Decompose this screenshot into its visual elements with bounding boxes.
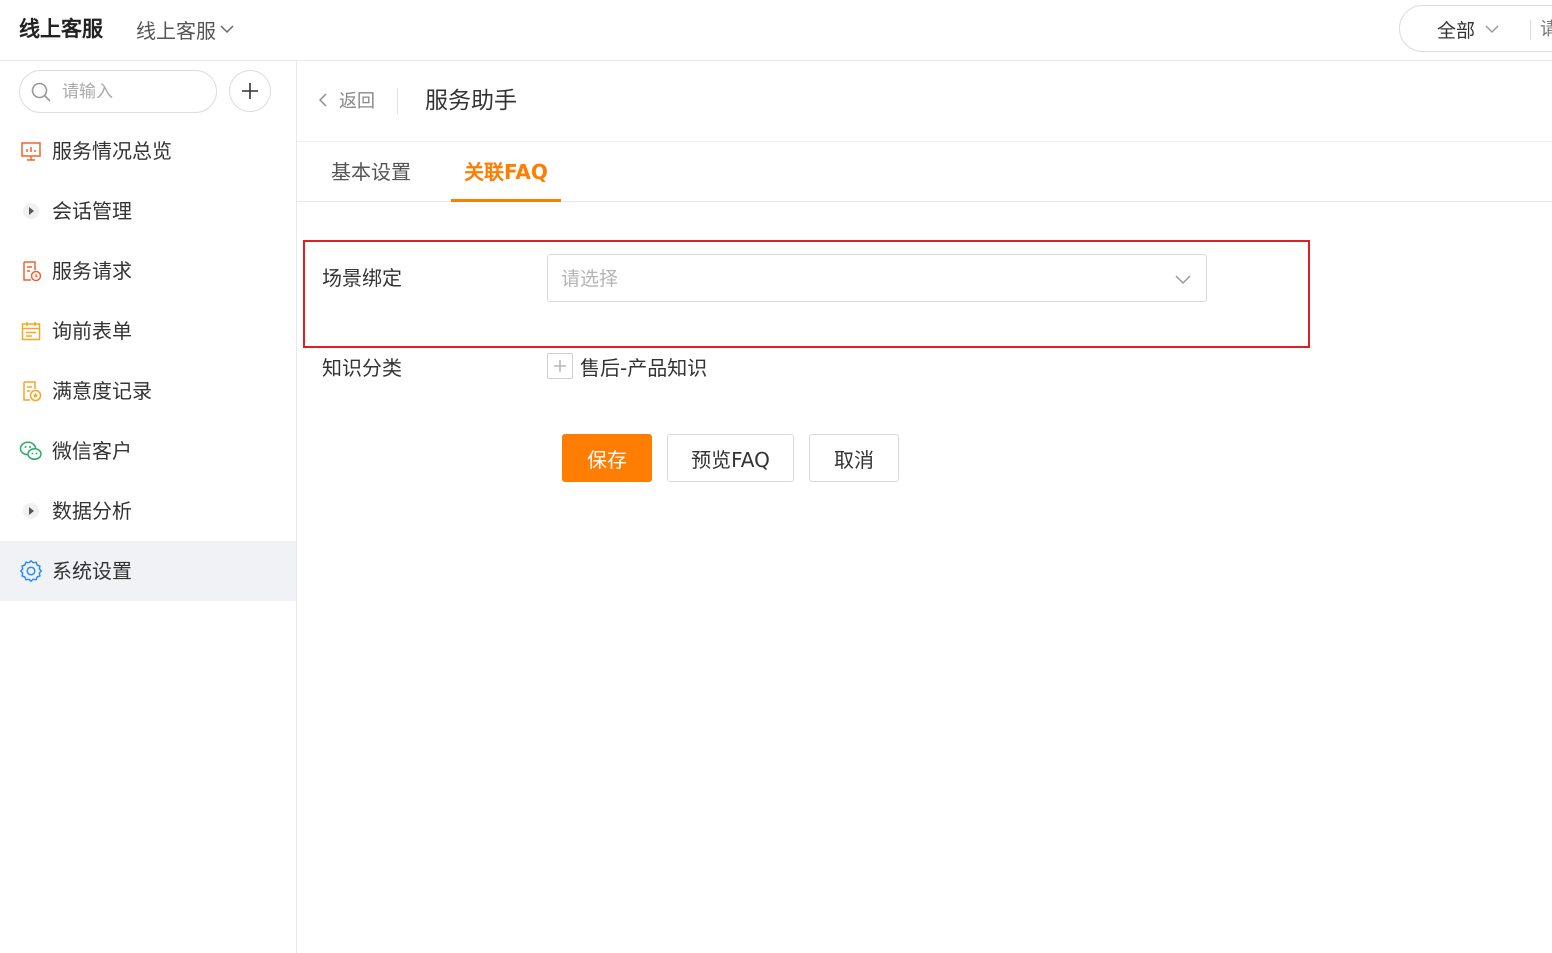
- page-header: 返回 服务助手: [297, 61, 1552, 142]
- scene-binding-label: 场景绑定: [322, 266, 402, 290]
- sidebar-item-data-analysis[interactable]: 数据分析: [0, 481, 296, 541]
- app-switch-dropdown[interactable]: 线上客服: [136, 14, 236, 44]
- scene-binding-select[interactable]: 请选择: [547, 254, 1207, 302]
- satisfaction-record-icon: [19, 379, 43, 403]
- brand-title: 线上客服: [19, 17, 103, 41]
- wechat-icon: [19, 439, 43, 463]
- sidebar-item-service-overview[interactable]: 服务情况总览: [0, 121, 296, 181]
- cancel-button[interactable]: 取消: [809, 434, 899, 482]
- service-request-icon: [19, 259, 43, 283]
- sidebar: 服务情况总览 会话管理: [0, 61, 297, 953]
- sidebar-item-session-management[interactable]: 会话管理: [0, 181, 296, 241]
- dashboard-chart-icon: [19, 139, 43, 163]
- sidebar-item-service-request[interactable]: 服务请求: [0, 241, 296, 301]
- category-node-label: 售后-产品知识: [580, 355, 708, 380]
- sidebar-item-satisfaction-records[interactable]: 满意度记录: [0, 361, 296, 421]
- tab-basic-settings[interactable]: 基本设置: [331, 156, 411, 202]
- chevron-down-icon: [1485, 25, 1499, 34]
- sidebar-search-input[interactable]: [62, 79, 210, 105]
- sidebar-item-system-settings[interactable]: 系统设置: [0, 541, 296, 601]
- add-button[interactable]: [229, 70, 271, 112]
- main-content: 返回 服务助手 基本设置 关联FAQ 场景绑定 请选择 知识分类 售后-产品知识…: [297, 61, 1552, 953]
- sidebar-item-pre-chat-form[interactable]: 询前表单: [0, 301, 296, 361]
- scope-label: 全部: [1437, 19, 1476, 42]
- save-button[interactable]: 保存: [562, 434, 652, 482]
- scene-binding-placeholder: 请选择: [561, 268, 619, 290]
- chevron-down-icon: [220, 25, 234, 34]
- app-root: 线上客服 线上客服 全部 请 请输入 服务情况总览 会话管理 服务请求 询前表单…: [0, 0, 1552, 953]
- scope-search-input[interactable]: [1540, 15, 1552, 43]
- sidebar-item-label: 满意度记录: [52, 379, 152, 403]
- caret-right-icon: [19, 199, 43, 223]
- plus-icon: [242, 83, 258, 99]
- tab-linked-faq[interactable]: 关联FAQ: [451, 156, 561, 202]
- knowledge-category-label: 知识分类: [322, 356, 402, 380]
- sidebar-item-label: 询前表单: [52, 319, 132, 343]
- calendar-form-icon: [19, 319, 43, 343]
- sidebar-item-label: 服务情况总览: [52, 139, 172, 163]
- expand-node-button[interactable]: [547, 353, 573, 379]
- top-bar: 线上客服 线上客服 全部: [0, 0, 1552, 61]
- sidebar-item-label: 服务请求: [52, 259, 132, 283]
- preview-faq-button[interactable]: 预览FAQ: [667, 434, 794, 482]
- page-title: 服务助手: [425, 88, 517, 114]
- scope-search-box: 全部: [1399, 5, 1552, 52]
- faq-form: 场景绑定 请选择 知识分类 售后-产品知识 保存 预览FAQ 取消: [297, 202, 1552, 953]
- sidebar-item-label: 系统设置: [52, 559, 132, 583]
- app-switch-label: 线上客服: [136, 18, 216, 43]
- header-divider: [397, 88, 398, 114]
- sidebar-search: [19, 70, 217, 113]
- sidebar-item-wechat-customers[interactable]: 微信客户: [0, 421, 296, 481]
- scope-dropdown[interactable]: 全部: [1437, 14, 1501, 44]
- back-link[interactable]: 返回: [317, 86, 375, 114]
- sidebar-item-label: 会话管理: [52, 199, 132, 223]
- sidebar-menu: 服务情况总览 会话管理 服务请求 询前表单 满意度记录 微信客户 数据分析 系统…: [0, 121, 296, 601]
- search-icon: [31, 82, 51, 102]
- sidebar-item-label: 数据分析: [52, 499, 132, 523]
- tab-bar: 基本设置 关联FAQ: [297, 142, 1552, 202]
- gear-icon: [19, 559, 43, 583]
- sidebar-item-label: 微信客户: [52, 439, 132, 463]
- chevron-down-icon: [1175, 275, 1191, 285]
- plus-icon: [554, 360, 566, 372]
- caret-right-icon: [19, 499, 43, 523]
- chevron-left-icon: [319, 93, 327, 107]
- back-label: 返回: [339, 91, 375, 112]
- category-tree-node: 售后-产品知识: [547, 351, 707, 381]
- scope-divider: [1530, 20, 1531, 40]
